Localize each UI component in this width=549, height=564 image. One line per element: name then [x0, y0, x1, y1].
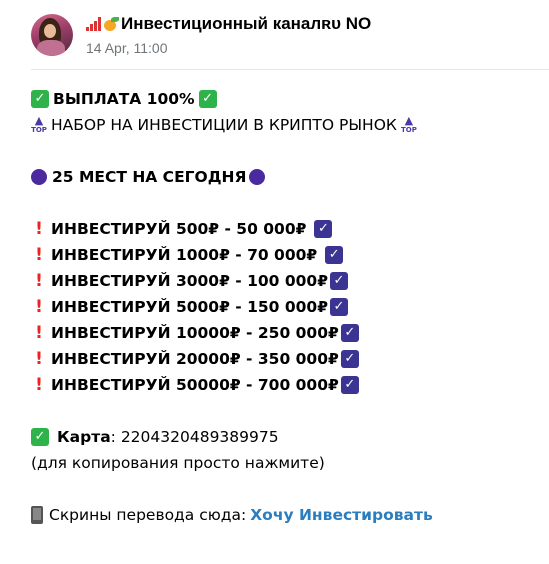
- check-icon: ✓: [330, 272, 348, 290]
- offer-line: ! ИНВЕСТИРУЙ 50000₽ - 700 000₽ ✓: [31, 372, 531, 398]
- invest-link[interactable]: Хочу Инвестировать: [250, 502, 433, 528]
- offer-line: ! ИНВЕСТИРУЙ 10000₽ - 250 000₽ ✓: [31, 320, 531, 346]
- phone-icon: [31, 506, 43, 524]
- chart-icon: [86, 17, 101, 31]
- channel-title-row[interactable]: Инвестиционный каналʀᴜ NO: [86, 14, 371, 34]
- exclamation-icon: !: [35, 297, 43, 317]
- check-icon: ✓: [340, 350, 359, 368]
- recruit-line: ▲ TOP НАБОР НА ИНВЕСТИЦИИ В КРИПТО РЫНОК …: [31, 112, 531, 138]
- offer-line: ! ИНВЕСТИРУЙ 1000₽ - 70 000₽ ✓: [31, 242, 531, 268]
- recruit-text: НАБОР НА ИНВЕСТИЦИИ В КРИПТО РЫНОК: [51, 116, 397, 134]
- channel-name[interactable]: Инвестиционный каналʀᴜ NO: [121, 14, 371, 34]
- screens-text: Скрины перевода сюда:: [49, 506, 247, 524]
- copy-hint: (для копирования просто нажмите): [31, 454, 325, 472]
- check-icon: ✓: [340, 324, 359, 342]
- offer-text: ИНВЕСТИРУЙ 5000₽ - 150 000₽: [51, 298, 328, 316]
- exclamation-icon: !: [35, 245, 43, 265]
- exclamation-icon: !: [35, 375, 43, 395]
- top-icon: ▲ TOP: [31, 114, 47, 134]
- offer-line: ! ИНВЕСТИРУЙ 3000₽ - 100 000₽ ✓: [31, 268, 531, 294]
- payout-text: ВЫПЛАТА 100%: [53, 90, 195, 108]
- exclamation-icon: !: [35, 219, 43, 239]
- check-icon: ✓: [198, 90, 217, 108]
- offer-line: ! ИНВЕСТИРУЙ 20000₽ - 350 000₽ ✓: [31, 346, 531, 372]
- message-date: 14 Apr, 11:00: [86, 40, 168, 56]
- purple-circle-icon: [31, 169, 47, 185]
- card-number[interactable]: : 2204320489389975: [111, 424, 279, 450]
- check-icon: ✓: [325, 246, 344, 264]
- payout-line: ✓ ВЫПЛАТА 100% ✓: [31, 86, 531, 112]
- message-header: Инвестиционный каналʀᴜ NO 14 Apr, 11:00: [0, 0, 549, 70]
- exclamation-icon: !: [35, 271, 43, 291]
- screens-line: Скрины перевода сюда: Хочу Инвестировать: [31, 502, 531, 528]
- offer-line: ! ИНВЕСТИРУЙ 500₽ - 50 000₽ ✓: [31, 216, 531, 242]
- check-icon: ✓: [31, 90, 49, 108]
- offer-text: ИНВЕСТИРУЙ 50000₽ - 700 000₽: [51, 376, 339, 394]
- card-line: ✓ Карта : 2204320489389975: [31, 424, 531, 450]
- channel-avatar[interactable]: [31, 14, 73, 56]
- mango-icon: [103, 16, 119, 32]
- offer-text: ИНВЕСТИРУЙ 3000₽ - 100 000₽: [51, 272, 328, 290]
- message-body: ✓ ВЫПЛАТА 100% ✓ ▲ TOP НАБОР НА ИНВЕСТИЦИ…: [31, 86, 531, 528]
- check-icon: ✓: [340, 376, 359, 394]
- header-divider: [31, 69, 549, 70]
- exclamation-icon: !: [35, 349, 43, 369]
- purple-circle-icon: [249, 169, 266, 185]
- offer-text: ИНВЕСТИРУЙ 500₽ - 50 000₽: [51, 220, 307, 238]
- check-icon: ✓: [330, 298, 348, 316]
- offer-text: ИНВЕСТИРУЙ 1000₽ - 70 000₽: [51, 246, 318, 264]
- check-icon: ✓: [31, 428, 49, 446]
- top-icon: ▲ TOP: [400, 114, 417, 134]
- places-text: 25 МЕСТ НА СЕГОДНЯ: [52, 168, 247, 186]
- exclamation-icon: !: [35, 323, 43, 343]
- offer-text: ИНВЕСТИРУЙ 10000₽ - 250 000₽: [51, 324, 339, 342]
- offer-line: ! ИНВЕСТИРУЙ 5000₽ - 150 000₽ ✓: [31, 294, 531, 320]
- card-label: Карта: [57, 428, 111, 446]
- places-line: 25 МЕСТ НА СЕГОДНЯ: [31, 164, 531, 190]
- check-icon: ✓: [314, 220, 333, 238]
- offer-text: ИНВЕСТИРУЙ 20000₽ - 350 000₽: [51, 350, 339, 368]
